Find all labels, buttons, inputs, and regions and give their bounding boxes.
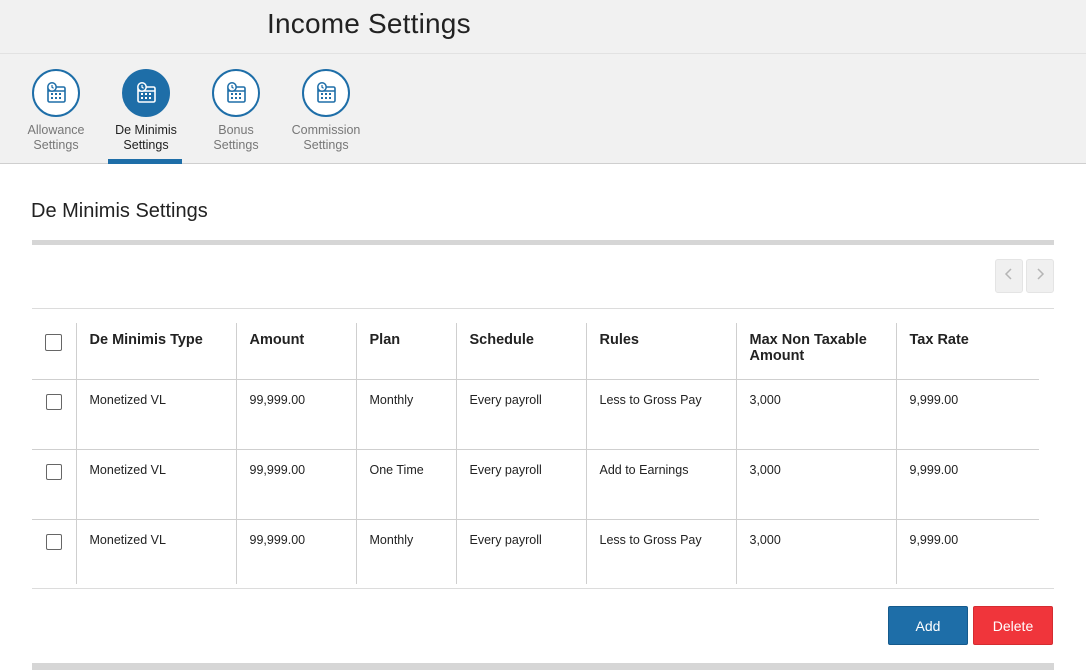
tab-commission-settings[interactable]: Commission Settings — [286, 69, 366, 153]
table-row[interactable]: Monetized VL 99,999.00 One Time Every pa… — [32, 449, 1039, 520]
select-all-checkbox[interactable] — [45, 334, 63, 351]
column-header[interactable]: Plan — [356, 323, 457, 380]
prev-page-button[interactable] — [995, 259, 1023, 293]
cell-type: Monetized VL — [76, 379, 237, 450]
cell-rules: Less to Gross Pay — [586, 379, 737, 450]
de-minimis-table-container: De Minimis Type Amount Plan Schedule Rul… — [32, 308, 1054, 589]
tab-de-minimis-settings[interactable]: De Minimis Settings — [106, 69, 186, 164]
section-title: De Minimis Settings — [31, 200, 208, 222]
row-select-cell — [32, 449, 77, 520]
tab-bonus-settings[interactable]: Bonus Settings — [196, 69, 276, 153]
cell-plan: Monthly — [356, 519, 457, 584]
cell-rules: Add to Earnings — [586, 449, 737, 520]
row-select-cell — [32, 379, 77, 450]
section-divider — [32, 240, 1054, 245]
active-tab-indicator — [108, 159, 182, 164]
chevron-left-icon — [1004, 267, 1014, 286]
column-header[interactable]: Max Non Taxable Amount — [736, 323, 897, 380]
cell-type: Monetized VL — [76, 449, 237, 520]
cell-max-non-taxable: 3,000 — [736, 379, 897, 450]
cell-tax-rate: 9,999.00 — [909, 532, 959, 547]
calendar-clock-icon — [32, 69, 80, 117]
header-bar: Income Settings — [0, 0, 1086, 54]
delete-button[interactable]: Delete — [973, 606, 1053, 645]
column-header[interactable]: Tax Rate — [896, 323, 1039, 380]
settings-tab-bar: Allowance Settings De Minimis Settings B… — [0, 54, 1086, 164]
cell-type: Monetized VL — [76, 519, 237, 584]
cell-amount: 99,999.00 — [236, 519, 357, 584]
cell-schedule: Every payroll — [456, 519, 587, 584]
bottom-divider — [32, 663, 1054, 670]
column-header[interactable]: Rules — [586, 323, 737, 380]
cell-amount: 99,999.00 — [236, 379, 357, 450]
cell-max-non-taxable: 3,000 — [736, 449, 897, 520]
tab-label: De Minimis Settings — [115, 123, 177, 152]
cell-amount: 99,999.00 — [236, 449, 357, 520]
column-header[interactable]: Amount — [236, 323, 357, 380]
tab-label: Allowance Settings — [27, 123, 85, 152]
column-header[interactable]: De Minimis Type — [76, 323, 237, 380]
cell-rules: Less to Gross Pay — [586, 519, 737, 584]
tab-label: Commission Settings — [291, 123, 361, 152]
de-minimis-table: De Minimis Type Amount Plan Schedule Rul… — [32, 323, 1039, 584]
table-header-row: De Minimis Type Amount Plan Schedule Rul… — [32, 323, 1039, 380]
cell-plan: One Time — [356, 449, 457, 520]
cell-tax-rate: 9,999.00 — [896, 449, 1039, 520]
add-button[interactable]: Add — [888, 606, 968, 645]
cell-schedule: Every payroll — [456, 449, 587, 520]
next-page-button[interactable] — [1026, 259, 1054, 293]
column-header[interactable]: Schedule — [456, 323, 587, 380]
table-row[interactable]: Monetized VL 99,999.00 Monthly Every pay… — [32, 379, 1039, 450]
tab-label: Bonus Settings — [213, 123, 259, 152]
cell-plan: Monthly — [356, 379, 457, 450]
select-all-cell — [32, 323, 77, 380]
cell-tax-rate: 9,999.00 — [896, 379, 1039, 450]
table-row[interactable]: Monetized VL 99,999.00 Monthly Every pay… — [32, 519, 1039, 584]
calendar-clock-icon — [212, 69, 260, 117]
cell-max-non-taxable: 3,000 — [736, 519, 897, 584]
chevron-right-icon — [1035, 267, 1045, 286]
row-checkbox[interactable] — [45, 463, 62, 480]
row-checkbox[interactable] — [45, 533, 62, 550]
tab-allowance-settings[interactable]: Allowance Settings — [16, 69, 96, 153]
row-checkbox[interactable] — [45, 393, 62, 410]
calendar-clock-icon — [122, 69, 170, 117]
row-select-cell — [32, 519, 77, 584]
calendar-clock-icon — [302, 69, 350, 117]
cell-schedule: Every payroll — [456, 379, 587, 450]
page-title: Income Settings — [267, 8, 471, 39]
